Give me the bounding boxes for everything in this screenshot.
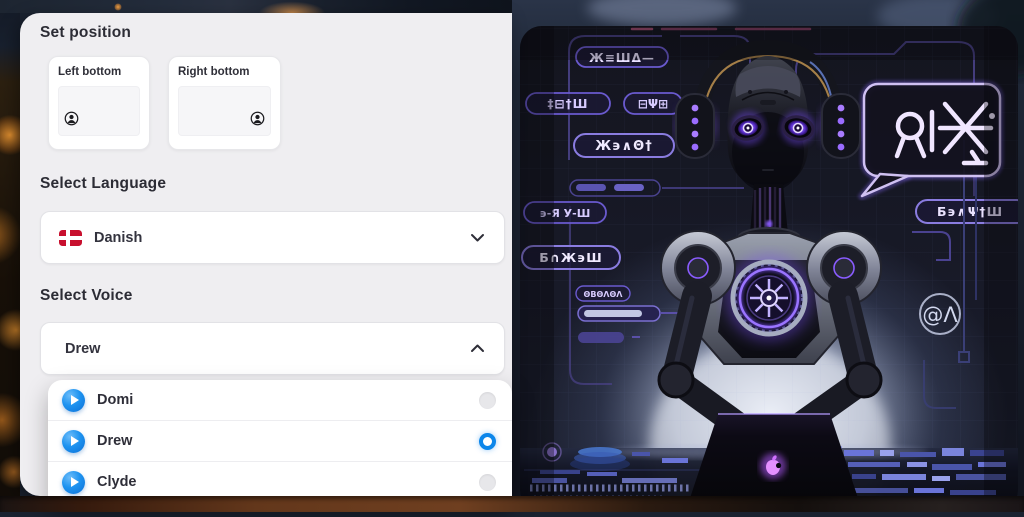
voice-section-title: Select Voice	[40, 287, 133, 304]
position-preview-left	[58, 86, 140, 136]
denmark-flag-icon	[59, 229, 82, 246]
chest-emblem	[725, 254, 813, 342]
voice-option-domi[interactable]: Domi	[48, 380, 512, 421]
settings-panel: Set position Left bottom Right bottom Se…	[20, 13, 512, 511]
avatar-icon	[250, 111, 265, 131]
position-section-title: Set position	[40, 24, 132, 41]
position-preview-right	[178, 86, 271, 136]
foreground-desk-edge	[0, 496, 1024, 512]
ear-cup-right	[820, 93, 861, 159]
voice-radio[interactable]	[479, 391, 496, 409]
voice-radio[interactable]	[479, 432, 496, 450]
chevron-down-icon	[471, 234, 484, 242]
svg-text:ΘВΘΛΘΛ: ΘВΘΛΘΛ	[584, 290, 624, 299]
voice-select[interactable]: Drew	[40, 322, 505, 375]
position-option-label: Left bottom	[58, 66, 122, 78]
play-icon[interactable]	[62, 470, 85, 494]
position-option-label: Right bottom	[178, 66, 250, 78]
language-section-title: Select Language	[40, 175, 167, 192]
apple-logo	[760, 453, 786, 479]
voice-option-name: Clyde	[97, 474, 137, 490]
avatar-icon	[64, 111, 79, 131]
position-options: Left bottom Right bottom	[48, 56, 281, 150]
voice-option-drew[interactable]: Drew	[48, 421, 512, 462]
voice-radio[interactable]	[479, 473, 496, 491]
laptop	[688, 412, 860, 504]
play-icon[interactable]	[62, 388, 85, 412]
ear-cup-left	[675, 93, 716, 159]
position-option-left-bottom[interactable]: Left bottom	[48, 56, 150, 150]
robot-illustration: Ж≡ШΔ— ‡⊟†Ш ⊟Ψ⊞ Ж϶∧Θ† ϶-Я У-Ш Б∩Ж϶Ш ΘВΘΛΘ…	[512, 0, 1024, 512]
background-left-strip	[0, 0, 20, 512]
background-top-strip	[0, 0, 512, 13]
svg-text:@Λ: @Λ	[922, 303, 958, 327]
svg-text:⊟Ψ⊞: ⊟Ψ⊞	[638, 97, 668, 111]
voice-options-dropdown: Domi Drew Clyde	[48, 380, 512, 511]
chevron-up-icon	[471, 344, 484, 352]
play-icon[interactable]	[62, 429, 85, 453]
svg-text:Ж϶∧Θ†: Ж϶∧Θ†	[595, 139, 652, 154]
language-selected-value: Danish	[94, 229, 143, 246]
voice-selected-value: Drew	[65, 340, 101, 357]
voice-option-name: Drew	[97, 433, 133, 449]
language-select[interactable]: Danish	[40, 211, 505, 264]
robot-illustration-svg: Ж≡ШΔ— ‡⊟†Ш ⊟Ψ⊞ Ж϶∧Θ† ϶-Я У-Ш Б∩Ж϶Ш ΘВΘΛΘ…	[512, 0, 1024, 512]
monitor-scene: Ж≡ШΔ— ‡⊟†Ш ⊟Ψ⊞ Ж϶∧Θ† ϶-Я У-Ш Б∩Ж϶Ш ΘВΘΛΘ…	[520, 26, 1018, 512]
voice-option-name: Domi	[97, 392, 134, 408]
position-option-right-bottom[interactable]: Right bottom	[168, 56, 281, 150]
